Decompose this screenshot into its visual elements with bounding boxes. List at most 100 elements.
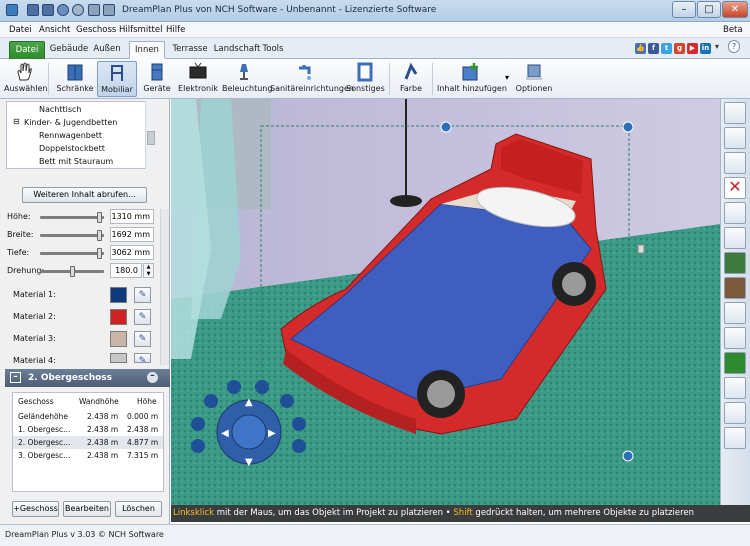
tool-sonstiges[interactable]: Sonstiges [346, 61, 385, 97]
tree-item[interactable]: Bett mit Stauraum [39, 157, 113, 166]
like-icon[interactable]: 👍 [635, 43, 646, 54]
tab-gebaeude[interactable]: Gebäude [49, 41, 89, 59]
table-row[interactable]: Geländehöhe 2.438 m 0.000 m [13, 410, 163, 423]
height-slider[interactable] [40, 212, 104, 223]
tab-tools[interactable]: Tools [259, 41, 287, 59]
tool-sanitaer[interactable]: Sanitäreinrichtungen [270, 61, 354, 97]
undo-icon[interactable] [57, 4, 69, 16]
floor-panel-header[interactable]: – 2. Obergeschoss – [5, 369, 170, 387]
3d-viewport[interactable]: ▲ ▼ ◀ ▶ [171, 99, 720, 505]
width-input[interactable]: 1692 mm [110, 227, 154, 242]
minimize-button[interactable]: – [672, 1, 696, 18]
close-button[interactable]: ✕ [722, 1, 748, 18]
table-row-selected[interactable]: 2. Obergesc... 2.438 m 4.877 m [13, 436, 163, 449]
tool-schraenke[interactable]: Schränke [55, 61, 95, 97]
collapse-icon[interactable]: – [10, 372, 21, 383]
minus-circle-icon[interactable]: – [147, 372, 158, 383]
tab-datei[interactable]: Datei [9, 41, 45, 59]
terrain-icon[interactable] [724, 252, 746, 274]
twitter-icon[interactable]: t [661, 43, 672, 54]
slider-thumb[interactable] [69, 266, 75, 277]
content-tree[interactable]: Nachttisch ⊟ Kinder- & Jugendbetten Renn… [6, 101, 156, 169]
help-icon[interactable] [103, 4, 115, 16]
pan-hand-icon[interactable] [724, 102, 746, 124]
google-plus-icon[interactable]: g [674, 43, 685, 54]
undo-view-icon[interactable] [724, 127, 746, 149]
tool-inhalt-hinzufuegen[interactable]: Inhalt hinzufügen [437, 61, 507, 97]
camera-snapshot-icon[interactable] [724, 427, 746, 449]
edit-floor-button[interactable]: Bearbeiten [63, 501, 111, 517]
tool-mobiliar[interactable]: Mobiliar [97, 61, 137, 97]
rotation-input[interactable]: 180.0 [110, 263, 142, 278]
tree-item[interactable]: Nachttisch [39, 105, 82, 114]
tool-optionen[interactable]: Optionen [514, 61, 554, 97]
down-icon[interactable] [292, 439, 306, 453]
tree-expand-icon[interactable]: ⊟ [13, 117, 20, 126]
cut-icon[interactable] [88, 4, 100, 16]
redo-icon[interactable] [72, 4, 84, 16]
height-input[interactable]: 1310 mm [110, 209, 154, 224]
tab-aussen[interactable]: Außen [91, 41, 123, 59]
save-icon[interactable] [42, 4, 54, 16]
resize-handle-icon[interactable] [622, 450, 634, 462]
camera-icon[interactable] [280, 394, 294, 408]
depth-input[interactable]: 3062 mm [110, 245, 154, 260]
copy-icon[interactable] [724, 202, 746, 224]
help-circle-icon[interactable]: ? [728, 40, 740, 53]
material-swatch[interactable] [110, 331, 127, 347]
tool-elektronik[interactable]: Elektronik [178, 61, 218, 97]
linkedin-icon[interactable]: in [700, 43, 711, 54]
eyedropper-icon[interactable]: ✎ [134, 331, 151, 347]
reset-view-icon[interactable] [191, 439, 205, 453]
material-swatch[interactable] [110, 287, 127, 303]
maximize-button[interactable]: □ [697, 1, 721, 18]
eyedropper-icon[interactable]: ✎ [134, 309, 151, 325]
rotation-spinner[interactable]: ▲ ▼ [143, 263, 154, 278]
tool-beleuchtung[interactable]: Beleuchtung [222, 61, 272, 97]
tab-terrasse[interactable]: Terrasse [168, 41, 212, 59]
material-swatch[interactable] [110, 353, 127, 363]
target-icon[interactable] [191, 417, 205, 431]
green-grid-icon[interactable] [724, 352, 746, 374]
eyedropper-icon[interactable]: ✎ [134, 353, 151, 366]
delete-handle-icon[interactable] [622, 121, 634, 133]
magnet-icon[interactable] [724, 377, 746, 399]
tree-item[interactable]: Rennwagenbett [39, 131, 102, 140]
slider-thumb[interactable] [97, 248, 103, 259]
new-file-icon[interactable] [27, 4, 39, 16]
menu-geschoss[interactable]: Geschoss [76, 25, 116, 35]
menu-ansicht[interactable]: Ansicht [39, 25, 70, 35]
width-slider[interactable] [40, 230, 104, 241]
zoom-in-icon[interactable] [255, 380, 269, 394]
scroll-thumb[interactable] [147, 131, 155, 145]
tree-item[interactable]: Doppelstockbett [39, 144, 105, 153]
ribbon-dropdown-icon[interactable]: ▾ [715, 42, 719, 51]
slider-thumb[interactable] [97, 230, 103, 241]
menu-datei[interactable]: Datei [9, 25, 32, 35]
menu-hilfsmittel[interactable]: Hilfsmittel [119, 25, 162, 35]
slider-thumb[interactable] [97, 212, 103, 223]
tab-innen[interactable]: Innen [129, 41, 165, 59]
rotation-slider[interactable] [40, 266, 104, 277]
material-icon[interactable] [724, 277, 746, 299]
properties-scrollbar[interactable] [160, 209, 169, 365]
table-row[interactable]: 3. Obergesc... 2.438 m 7.315 m [13, 449, 163, 462]
texture-icon[interactable] [724, 302, 746, 324]
add-floor-button[interactable]: +Geschoss [12, 501, 59, 517]
tool-farbe[interactable]: Farbe [394, 61, 428, 97]
depth-slider[interactable] [40, 248, 104, 259]
more-content-button[interactable]: Weiteren Inhalt abrufen... [22, 187, 147, 203]
page-icon[interactable] [724, 227, 746, 249]
add-content-dropdown-icon[interactable]: ▾ [505, 73, 509, 82]
tool-geraete[interactable]: Geräte [140, 61, 174, 97]
table-row[interactable]: 1. Obergesc... 2.438 m 2.438 m [13, 423, 163, 436]
rotate-view-icon[interactable] [724, 152, 746, 174]
facebook-icon[interactable]: f [648, 43, 659, 54]
tab-landschaft[interactable]: Landschaft [211, 41, 263, 59]
menu-hilfe[interactable]: Hilfe [166, 25, 185, 35]
tree-scrollbar[interactable] [145, 101, 156, 169]
material-swatch[interactable] [110, 309, 127, 325]
help-icon[interactable] [204, 394, 218, 408]
tool-auswaehlen[interactable]: Auswählen [4, 61, 47, 97]
eyedropper-icon[interactable]: ✎ [134, 287, 151, 303]
